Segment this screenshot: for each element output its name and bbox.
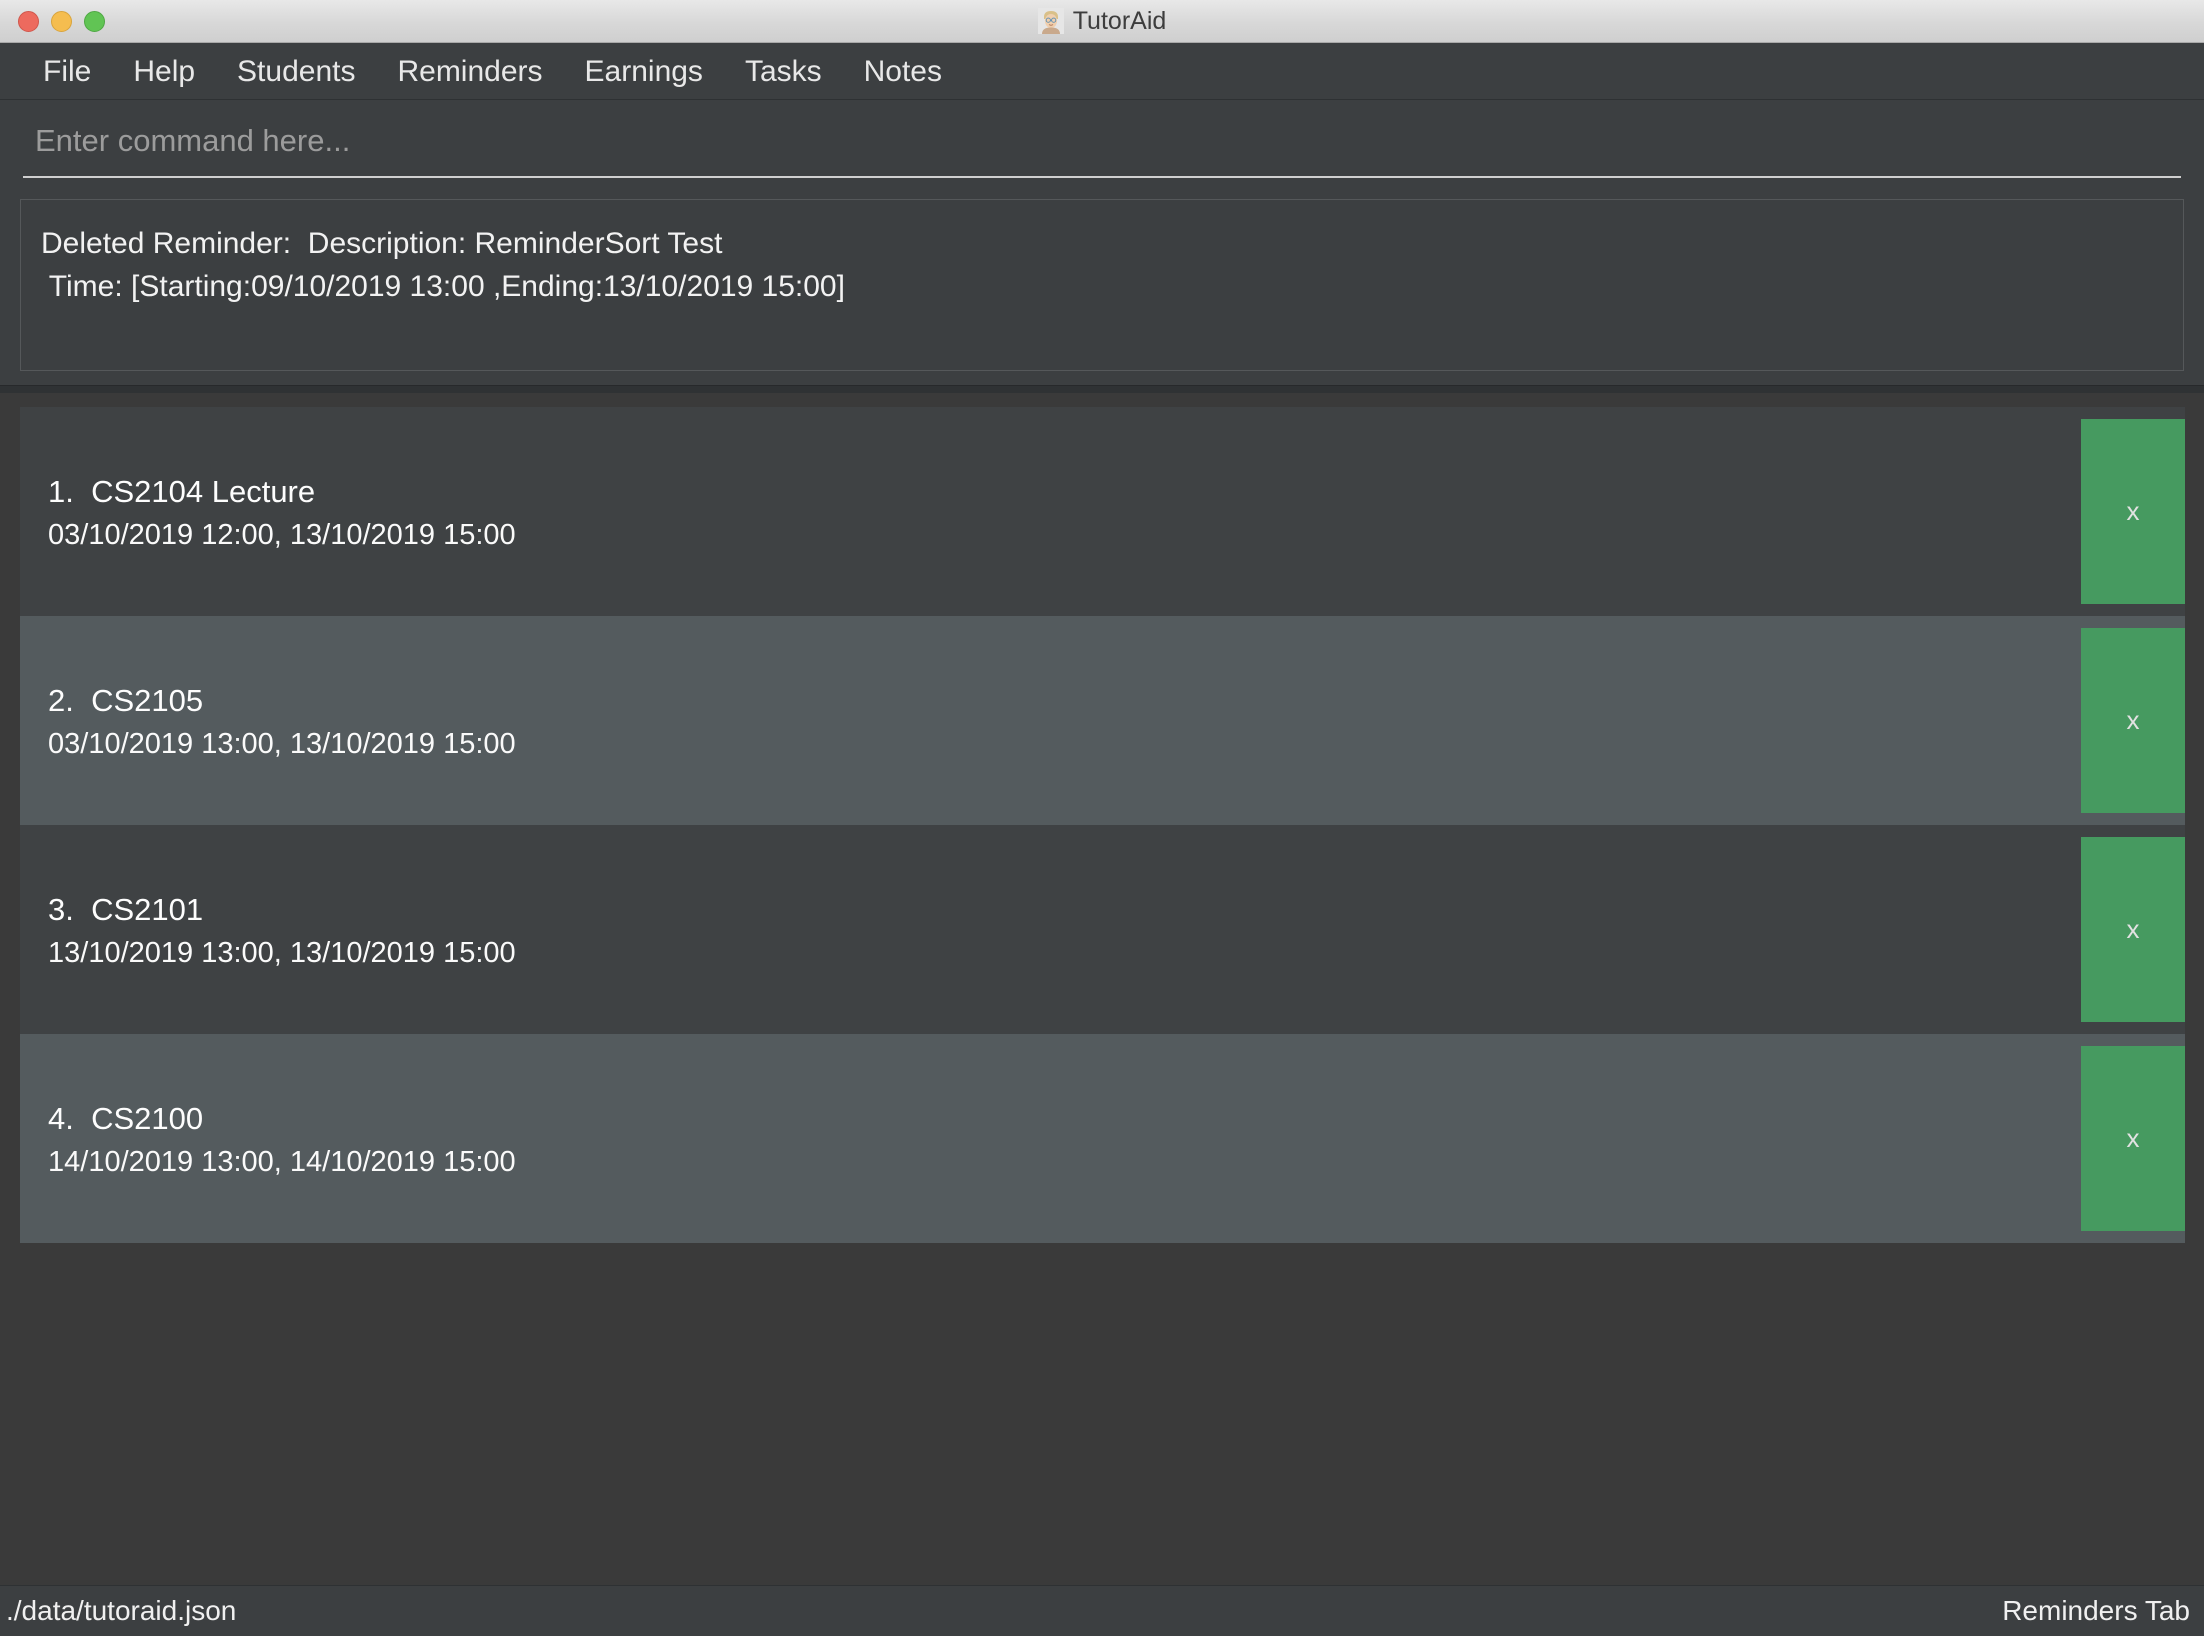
reminder-item-title: 1. CS2104 Lecture	[48, 473, 316, 509]
menu-bar: File Help Students Reminders Earnings Ta…	[0, 43, 2204, 100]
panel-divider	[0, 385, 2204, 393]
application-window: TutorAid File Help Students Reminders Ea…	[0, 0, 2204, 1636]
close-window-button[interactable]	[18, 10, 39, 32]
result-display-box: Deleted Reminder: Description: ReminderS…	[20, 199, 2184, 371]
result-display-area: Deleted Reminder: Description: ReminderS…	[0, 189, 2204, 385]
reminder-list-item[interactable]: 4. CS2100 14/10/2019 13:00, 14/10/2019 1…	[20, 1034, 2185, 1243]
menu-item-students[interactable]: Students	[216, 43, 376, 100]
reminder-item-time: 14/10/2019 13:00, 14/10/2019 15:00	[48, 1145, 516, 1178]
menu-item-tasks[interactable]: Tasks	[724, 43, 843, 100]
active-tab-status: Reminders Tab	[2002, 1595, 2190, 1626]
status-bar: ./data/tutoraid.json Reminders Tab	[0, 1585, 2204, 1636]
reminder-item-time: 03/10/2019 12:00, 13/10/2019 15:00	[48, 518, 516, 551]
reminder-item-title: 3. CS2101	[48, 891, 204, 927]
title-bar: TutorAid	[0, 0, 2204, 43]
reminder-item-text: 2. CS2105 03/10/2019 13:00, 13/10/2019 1…	[20, 678, 516, 764]
reminder-item-text: 1. CS2104 Lecture 03/10/2019 12:00, 13/1…	[20, 469, 516, 555]
command-input[interactable]	[23, 111, 2181, 178]
menu-item-help[interactable]: Help	[112, 43, 216, 100]
menu-item-reminders[interactable]: Reminders	[376, 43, 563, 100]
window-title: TutorAid	[1072, 6, 1167, 35]
delete-reminder-button[interactable]: x	[2081, 628, 2185, 813]
reminder-list-item[interactable]: 1. CS2104 Lecture 03/10/2019 12:00, 13/1…	[20, 407, 2185, 616]
window-title-group: TutorAid	[0, 7, 2204, 36]
menu-item-file[interactable]: File	[22, 43, 112, 100]
reminder-item-text: 4. CS2100 14/10/2019 13:00, 14/10/2019 1…	[20, 1096, 516, 1182]
delete-reminder-button[interactable]: x	[2081, 837, 2185, 1022]
reminder-item-time: 03/10/2019 13:00, 13/10/2019 15:00	[48, 727, 516, 760]
save-location-status: ./data/tutoraid.json	[6, 1595, 237, 1626]
reminder-list: 1. CS2104 Lecture 03/10/2019 12:00, 13/1…	[20, 407, 2185, 1243]
command-area	[0, 100, 2204, 189]
delete-reminder-button[interactable]: x	[2081, 419, 2185, 604]
minimize-window-button[interactable]	[51, 10, 72, 32]
result-line-1: Deleted Reminder: Description: ReminderS…	[41, 227, 723, 260]
result-line-2: Time: [Starting:09/10/2019 13:00 ,Ending…	[41, 270, 845, 303]
menu-item-notes[interactable]: Notes	[843, 43, 963, 100]
reminder-list-item[interactable]: 3. CS2101 13/10/2019 13:00, 13/10/2019 1…	[20, 825, 2185, 1034]
maximize-window-button[interactable]	[84, 10, 105, 32]
reminder-item-text: 3. CS2101 13/10/2019 13:00, 13/10/2019 1…	[20, 887, 516, 973]
window-controls	[18, 10, 105, 32]
delete-reminder-button[interactable]: x	[2081, 1046, 2185, 1231]
reminder-list-item[interactable]: 2. CS2105 03/10/2019 13:00, 13/10/2019 1…	[20, 616, 2185, 825]
reminder-item-title: 2. CS2105	[48, 682, 204, 718]
reminder-item-time: 13/10/2019 13:00, 13/10/2019 15:00	[48, 936, 516, 969]
menu-item-earnings[interactable]: Earnings	[564, 43, 724, 100]
tutor-avatar-icon	[1037, 8, 1064, 34]
reminder-list-panel: 1. CS2104 Lecture 03/10/2019 12:00, 13/1…	[0, 393, 2204, 1585]
reminder-item-title: 4. CS2100	[48, 1100, 204, 1136]
